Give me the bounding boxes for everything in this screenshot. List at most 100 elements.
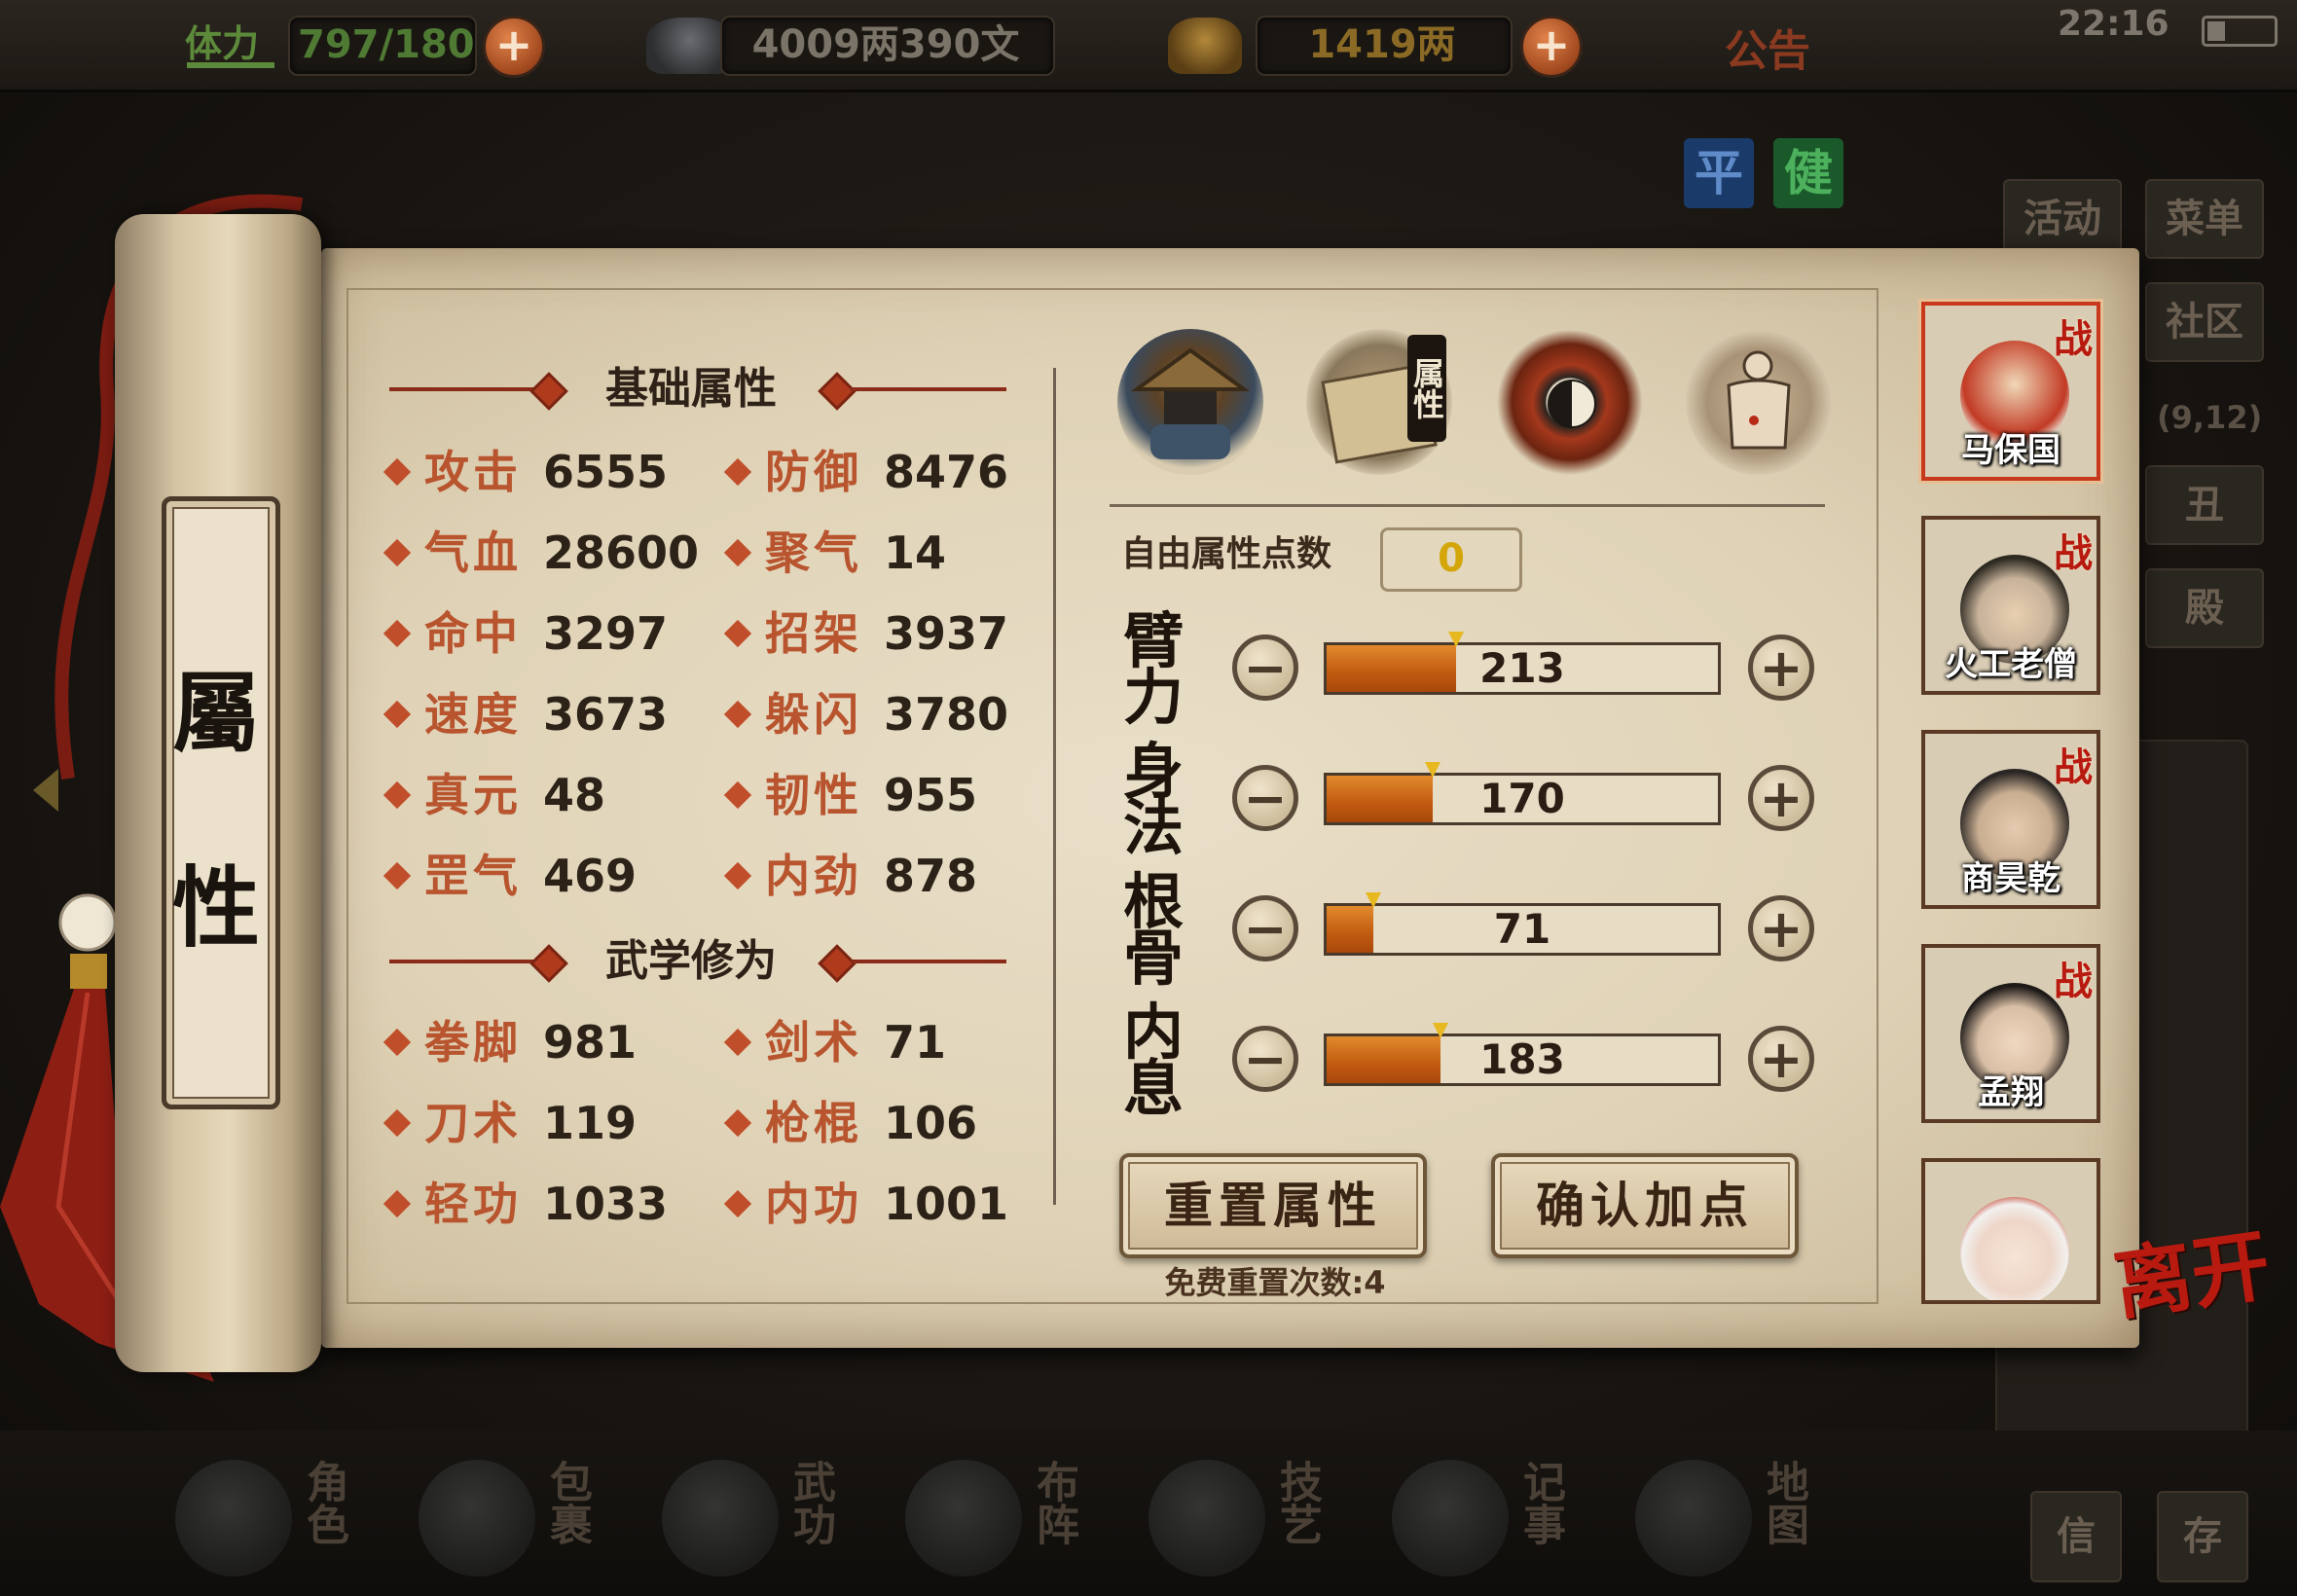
bag-icon bbox=[419, 1460, 535, 1577]
character-portrait[interactable]: 商昊乾 战 bbox=[1921, 730, 2100, 909]
strength-plus-button[interactable]: + bbox=[1748, 635, 1814, 701]
agility-bar: 170 bbox=[1324, 762, 1721, 825]
map-coordinates: (9,12) bbox=[2157, 399, 2263, 436]
stamina-value: 797/180 bbox=[298, 22, 475, 67]
mode-button-jian[interactable]: 健 bbox=[1773, 138, 1843, 208]
scroll-title-char-2: 性 bbox=[172, 856, 260, 960]
agility-minus-button[interactable]: − bbox=[1232, 765, 1298, 831]
community-button[interactable]: 社区 bbox=[2145, 282, 2264, 362]
section-line-left bbox=[389, 960, 545, 963]
tab-attributes[interactable]: 属性 bbox=[1306, 329, 1452, 475]
tab-meridian-body[interactable] bbox=[1686, 329, 1832, 475]
clock: 22:16 bbox=[2058, 4, 2169, 44]
constitution-value: 71 bbox=[1493, 905, 1551, 953]
section-line-right bbox=[851, 960, 1006, 963]
free-points-value: 0 bbox=[1380, 527, 1522, 592]
silver-value: 4009两390文 bbox=[751, 22, 1020, 67]
tab-formation-bagua[interactable] bbox=[1497, 329, 1643, 475]
stat-toughness: 韧性 955 bbox=[723, 763, 977, 827]
strength-minus-button[interactable]: − bbox=[1232, 635, 1298, 701]
character-portrait[interactable]: 火工老僧 战 bbox=[1921, 516, 2100, 695]
tab-attributes-label: 属性 bbox=[1407, 335, 1446, 442]
activity-button[interactable]: 活动 bbox=[2003, 179, 2122, 259]
notice-button[interactable]: 公告 bbox=[1725, 16, 1810, 78]
constitution-plus-button[interactable]: + bbox=[1748, 895, 1814, 961]
battery-icon bbox=[2202, 16, 2278, 47]
side-button-chou[interactable]: 丑 bbox=[2145, 465, 2264, 545]
dock-item-character[interactable]: 角色 bbox=[175, 1450, 399, 1586]
battle-tag: 战 bbox=[2054, 959, 2093, 1004]
dock-item-martial[interactable]: 武功 bbox=[662, 1450, 886, 1586]
breath-value: 183 bbox=[1479, 1035, 1565, 1083]
stat-defense: 防御 8476 bbox=[723, 440, 1008, 504]
battle-tag: 战 bbox=[2054, 744, 2093, 790]
confirm-points-button[interactable]: 确认加点 bbox=[1491, 1153, 1799, 1258]
stat-hp: 气血 28600 bbox=[383, 521, 699, 585]
constitution-bar: 71 bbox=[1324, 892, 1721, 956]
bagua-icon bbox=[905, 1460, 1022, 1577]
breath-plus-button[interactable]: + bbox=[1748, 1026, 1814, 1092]
character-portrait[interactable]: 马保国 战 bbox=[1921, 302, 2100, 481]
dock-item-skills[interactable]: 技艺 bbox=[1148, 1450, 1372, 1586]
section-line-right bbox=[851, 387, 1006, 391]
agility-plus-button[interactable]: + bbox=[1748, 765, 1814, 831]
scroll-icon bbox=[1392, 1460, 1509, 1577]
column-divider bbox=[1053, 368, 1056, 1205]
top-resource-bar: 体力 797/180 + 4009两390文 1419两 + 公告 22:16 bbox=[0, 0, 2297, 92]
teapot-icon bbox=[1148, 1460, 1265, 1577]
yin-yang-icon bbox=[1548, 380, 1596, 428]
breath-bar: 183 bbox=[1324, 1023, 1721, 1086]
stat-fist: 拳脚 981 bbox=[383, 1010, 637, 1074]
mail-button[interactable]: 信 bbox=[2030, 1491, 2122, 1582]
dock-label: 记事 bbox=[1515, 1460, 1565, 1545]
icons-divider bbox=[1110, 504, 1825, 507]
dock-label: 布阵 bbox=[1029, 1460, 1078, 1545]
stat-hit: 命中 3297 bbox=[383, 601, 668, 666]
free-reset-count: 免费重置次数:4 bbox=[1164, 1264, 1386, 1301]
map-icon bbox=[1635, 1460, 1752, 1577]
attr-label-agility: 身法 bbox=[1122, 736, 1184, 863]
character-name: 孟翔 bbox=[1978, 1073, 2044, 1112]
dock-item-journal[interactable]: 记事 bbox=[1392, 1450, 1616, 1586]
battle-tag: 战 bbox=[2054, 316, 2093, 362]
dock-item-bag[interactable]: 包裹 bbox=[419, 1450, 642, 1586]
dock-label: 角色 bbox=[299, 1460, 348, 1545]
constitution-minus-button[interactable]: − bbox=[1232, 895, 1298, 961]
strength-bar: 213 bbox=[1324, 632, 1721, 695]
agility-value: 170 bbox=[1479, 775, 1565, 822]
straw-hat-figure-icon bbox=[1130, 347, 1251, 459]
scroll-title-char-1: 屬 bbox=[172, 662, 260, 765]
battle-tag: 战 bbox=[2054, 530, 2093, 576]
character-portrait[interactable]: 孟翔 战 bbox=[1921, 944, 2100, 1123]
stat-sword: 剑术 71 bbox=[723, 1010, 946, 1074]
stat-true-essence: 真元 48 bbox=[383, 763, 605, 827]
stat-speed: 速度 3673 bbox=[383, 682, 668, 746]
dock-item-map[interactable]: 地图 bbox=[1635, 1450, 1859, 1586]
stat-dodge: 躲闪 3780 bbox=[723, 682, 1008, 746]
gold-ingot-icon bbox=[1168, 18, 1242, 74]
stat-qi: 聚气 14 bbox=[723, 521, 946, 585]
menu-button[interactable]: 菜单 bbox=[2145, 179, 2264, 259]
leave-button[interactable]: 离开 bbox=[2108, 1218, 2276, 1330]
stat-blade: 刀术 119 bbox=[383, 1091, 637, 1155]
attr-label-constitution: 根骨 bbox=[1122, 866, 1184, 994]
stat-lightness: 轻功 1033 bbox=[383, 1172, 668, 1236]
tab-character-portrait[interactable] bbox=[1117, 329, 1263, 475]
dock-item-formation[interactable]: 布阵 bbox=[905, 1450, 1129, 1586]
reset-attributes-button[interactable]: 重置属性 bbox=[1119, 1153, 1427, 1258]
character-portrait[interactable] bbox=[1921, 1158, 2100, 1304]
add-stamina-button[interactable]: + bbox=[483, 16, 545, 78]
dock-label: 包裹 bbox=[542, 1460, 592, 1545]
storage-button[interactable]: 存 bbox=[2157, 1491, 2248, 1582]
mode-button-ping[interactable]: 平 bbox=[1684, 138, 1754, 208]
attr-label-breath: 内息 bbox=[1122, 997, 1184, 1124]
books-icon bbox=[662, 1460, 779, 1577]
scroll-title-plaque bbox=[162, 496, 280, 1109]
gold-value: 1419两 bbox=[1308, 22, 1456, 67]
attr-label-strength: 臂力 bbox=[1122, 605, 1184, 733]
add-gold-button[interactable]: + bbox=[1520, 16, 1583, 78]
breath-minus-button[interactable]: − bbox=[1232, 1026, 1298, 1092]
stamina-label: 体力 bbox=[185, 22, 260, 65]
dock-label: 技艺 bbox=[1272, 1460, 1322, 1545]
side-button-hall[interactable]: 殿 bbox=[2145, 568, 2264, 648]
